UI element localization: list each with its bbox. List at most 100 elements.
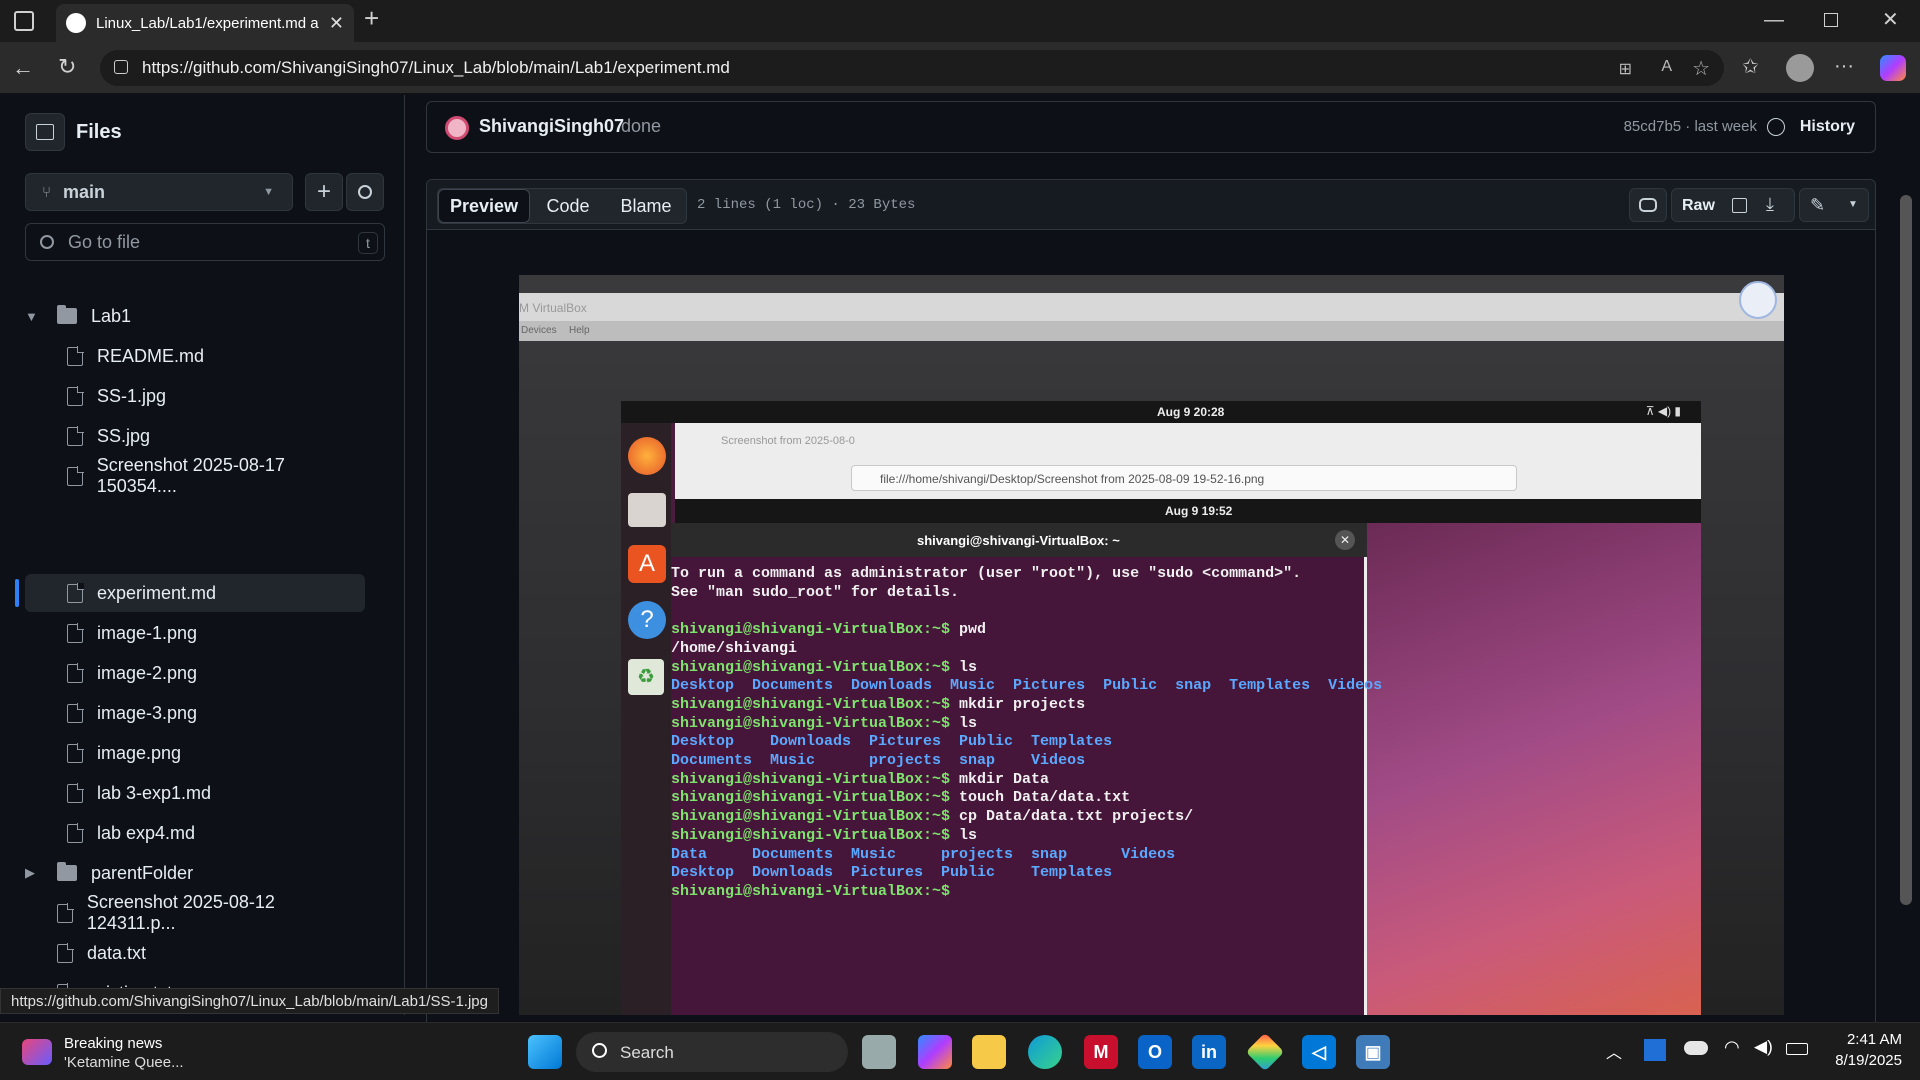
tree-file[interactable]: lab exp4.md: [25, 814, 365, 852]
outlook-icon[interactable]: O: [1138, 1035, 1172, 1069]
selected-indicator: [15, 579, 19, 607]
inner-browser-window: Screenshot from 2025-08-0 file:///home/s…: [675, 423, 1701, 499]
terminal-prompt: shivangi@shivangi-VirtualBox:~$: [671, 621, 960, 639]
commit-message[interactable]: done: [621, 116, 661, 137]
add-file-button[interactable]: +: [305, 173, 343, 211]
help-icon[interactable]: ?: [628, 601, 666, 639]
close-tab-icon[interactable]: ✕: [329, 13, 344, 34]
tree-item-label: image.png: [97, 742, 182, 763]
terminal-close-icon[interactable]: ✕: [1335, 530, 1355, 550]
start-icon[interactable]: [528, 1035, 562, 1069]
profile-avatar[interactable]: [1786, 54, 1814, 82]
wifi-icon[interactable]: ◠: [1724, 1037, 1740, 1058]
terminal-prompt: shivangi@shivangi-VirtualBox:~$: [671, 770, 960, 788]
tab-blame[interactable]: Blame: [606, 189, 686, 223]
git-app-icon[interactable]: [1245, 1032, 1285, 1072]
search-files-button[interactable]: [346, 173, 384, 211]
software-icon[interactable]: A: [628, 545, 666, 583]
close-window-icon[interactable]: ✕: [1882, 10, 1899, 30]
tree-file[interactable]: image.png: [25, 734, 365, 772]
virtualbox-icon[interactable]: ▣: [1356, 1035, 1390, 1069]
history-icon: [1767, 118, 1785, 136]
tree-file[interactable]: image-1.png: [25, 614, 365, 652]
tree-item-label: image-2.png: [97, 662, 198, 683]
tree-file[interactable]: data.txt: [25, 934, 365, 972]
terminal-text: To run a command as administrator (user …: [671, 565, 1302, 582]
tree-file[interactable]: image-3.png: [25, 694, 365, 732]
commit-meta[interactable]: 85cd7b5 · last week: [1624, 118, 1757, 135]
favorites-icon[interactable]: ✩: [1742, 57, 1759, 77]
terminal-text: touch Data/data.txt: [959, 789, 1131, 807]
browser-tab-active[interactable]: Linux_Lab/Lab1/experiment.md at ✕: [56, 4, 354, 42]
tree-file[interactable]: README.md: [25, 337, 365, 375]
task-view-icon[interactable]: [862, 1035, 896, 1069]
files-icon[interactable]: [628, 493, 666, 527]
copilot-button[interactable]: [1629, 188, 1667, 222]
onedrive-icon[interactable]: [1684, 1041, 1708, 1055]
news-widget[interactable]: Breaking news 'Ketamine Quee...: [22, 1033, 242, 1073]
copilot-icon: [1639, 198, 1657, 212]
clock-date[interactable]: 8/19/2025: [1812, 1052, 1902, 1069]
linkedin-icon[interactable]: in: [1192, 1035, 1226, 1069]
taskbar-search[interactable]: Search: [576, 1032, 848, 1072]
collapse-sidebar-button[interactable]: [25, 113, 65, 151]
refresh-icon[interactable]: ↻: [58, 56, 76, 78]
page-scrollbar[interactable]: [1900, 195, 1912, 905]
chevron-down-icon[interactable]: ▼: [1848, 199, 1858, 210]
inner-clock: Aug 9 19:52: [1165, 504, 1233, 518]
battery-icon[interactable]: [1786, 1043, 1808, 1055]
tree-folder-lab1[interactable]: ▼ Lab1: [25, 297, 365, 335]
file-explorer-icon[interactable]: [972, 1035, 1006, 1069]
tab-code[interactable]: Code: [530, 189, 606, 223]
history-button[interactable]: History: [1800, 118, 1855, 136]
commit-author[interactable]: ShivangiSingh07: [479, 116, 624, 137]
more-options-icon[interactable]: ···: [1834, 56, 1854, 76]
tree-file[interactable]: lab 3-exp1.md: [25, 774, 365, 812]
tab-preview[interactable]: Preview: [438, 189, 530, 223]
favorite-star-icon[interactable]: ☆: [1692, 56, 1710, 81]
author-avatar[interactable]: [445, 116, 469, 140]
volume-icon[interactable]: ◀): [1754, 1037, 1773, 1057]
new-tab-icon[interactable]: +: [364, 5, 379, 31]
tree-file[interactable]: Screenshot 2025-08-12 124311.p...: [25, 892, 365, 933]
app-icon[interactable]: ⊞: [1619, 59, 1632, 79]
sidebar-title: Files: [76, 121, 122, 143]
go-to-file-input[interactable]: Go to file t: [25, 223, 385, 261]
branch-selector[interactable]: ⑂ main ▼: [25, 173, 293, 211]
back-icon[interactable]: ←: [12, 57, 34, 79]
tree-folder-parentfolder[interactable]: ▶ parentFolder: [25, 854, 365, 892]
tab-actions-icon[interactable]: [14, 11, 34, 31]
terminal-text: mkdir projects: [959, 695, 1086, 713]
url-field[interactable]: https://github.com/ShivangiSingh07/Linux…: [100, 50, 1724, 86]
copilot-icon[interactable]: [1880, 55, 1906, 81]
tray-app-icon[interactable]: [1644, 1039, 1666, 1061]
read-aloud-icon[interactable]: A: [1661, 58, 1672, 76]
edge-icon[interactable]: [1028, 1035, 1062, 1069]
terminal-text: mkdir Data: [959, 770, 1050, 788]
vm-menu-devices[interactable]: Devices: [521, 325, 557, 336]
tree-file-selected[interactable]: experiment.md: [25, 574, 365, 612]
download-icon[interactable]: ⤓: [1766, 194, 1774, 215]
terminal-prompt: shivangi@shivangi-VirtualBox:~$: [671, 695, 960, 713]
edit-pencil-icon[interactable]: ✎: [1810, 195, 1825, 216]
chevron-up-icon[interactable]: ︿: [1606, 1039, 1622, 1063]
raw-button[interactable]: Raw: [1682, 197, 1715, 215]
markdown-image[interactable]: M VirtualBox Devices Help Aug 9 20:28 ⊼ …: [519, 275, 1784, 1015]
minimize-icon[interactable]: —: [1764, 10, 1784, 30]
ubuntu-top-bar: Aug 9 20:28 ⊼ ◀) ▮: [621, 401, 1701, 423]
mcafee-icon[interactable]: M: [1084, 1035, 1118, 1069]
vscode-icon[interactable]: ◁: [1302, 1035, 1336, 1069]
trash-icon[interactable]: ♻: [628, 659, 664, 695]
photo-lens-icon[interactable]: [1739, 281, 1777, 319]
tree-file[interactable]: image-2.png: [25, 654, 365, 692]
news-icon: [22, 1039, 52, 1065]
restore-icon[interactable]: [1824, 13, 1838, 27]
copilot-taskbar-icon[interactable]: [918, 1035, 952, 1069]
clock-time[interactable]: 2:41 AM: [1832, 1031, 1902, 1048]
tree-file[interactable]: Screenshot 2025-08-17 150354....: [25, 455, 365, 496]
vm-menu-help[interactable]: Help: [569, 325, 590, 336]
tree-file[interactable]: SS-1.jpg: [25, 377, 365, 415]
tree-file[interactable]: SS.jpg: [25, 417, 365, 455]
copy-icon[interactable]: [1732, 198, 1747, 213]
firefox-icon[interactable]: [628, 437, 666, 475]
